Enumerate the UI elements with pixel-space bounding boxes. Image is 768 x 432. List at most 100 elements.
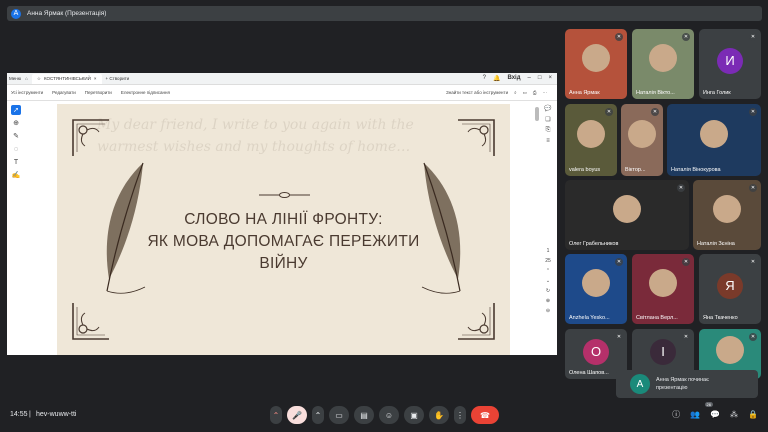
page-navigator: 1 25 ⌃ ⌄ ↻ ⊕ ⊖ <box>541 248 555 314</box>
search-tools-input[interactable]: Знайти текст або інструменти <box>446 90 508 95</box>
search-icon[interactable]: ⌕ <box>514 90 517 95</box>
mic-muted-icon: ✕ <box>605 108 613 116</box>
mic-muted-icon: ✕ <box>749 333 757 341</box>
participant-tile[interactable]: ✕ Наталія Вікто... <box>632 29 694 99</box>
mic-muted-icon: ✕ <box>677 184 685 192</box>
toolbar-convert[interactable]: Перетворити <box>85 90 112 95</box>
chat-icon[interactable]: 💬 <box>710 410 720 419</box>
participant-name: Anzhela Yesko... <box>569 315 610 321</box>
clock: 14:55 <box>10 411 28 418</box>
mic-off-icon[interactable]: 🎤 <box>287 406 307 424</box>
zoom-out-icon[interactable]: ⊖ <box>546 308 550 314</box>
scrollbar-thumb[interactable] <box>535 107 539 121</box>
people-icon[interactable]: 👥 <box>690 410 700 419</box>
maximize-icon[interactable]: □ <box>538 75 542 82</box>
mic-muted-icon: ✕ <box>615 33 623 41</box>
slide-title-line: ЯК МОВА ДОПОМАГАЄ ПЕРЕЖИТИ <box>147 233 420 250</box>
menu-button[interactable]: Меню <box>9 76 21 81</box>
participant-tile[interactable]: И ✕ Инга Голик <box>699 29 761 99</box>
toolbar-edit[interactable]: Редагувати <box>52 90 76 95</box>
mic-muted-icon: ✕ <box>749 33 757 41</box>
left-toolbox: ➚ ⊕ ✎ ◌ T ✍ <box>9 105 23 355</box>
layers-icon[interactable]: ≡ <box>546 138 550 144</box>
participant-name: Яна Ткаченко <box>703 315 738 321</box>
participant-tile[interactable]: ✕ Анна Ярмак <box>565 29 627 99</box>
page-up-icon[interactable]: ⌃ <box>546 268 550 274</box>
pen-icon[interactable]: ✎ <box>11 131 21 141</box>
more-icon[interactable]: ⋯ <box>543 90 548 96</box>
mic-options-icon[interactable]: ⌃ <box>270 406 282 424</box>
mic-muted-icon: ✕ <box>682 258 690 266</box>
print-icon[interactable]: ⎙ <box>533 90 537 95</box>
page-current[interactable]: 1 <box>547 248 550 254</box>
participant-tile[interactable]: ✕ Наталія Зєніна <box>693 180 761 250</box>
participant-name: Олег Грабельников <box>569 241 619 247</box>
participant-tile[interactable]: ✕ Світлана Верл... <box>632 254 694 324</box>
page-total: 25 <box>545 258 551 264</box>
attach-icon[interactable]: ⎘ <box>546 127 551 134</box>
zoom-in-icon[interactable]: ⊕ <box>546 298 550 304</box>
lock-icon[interactable]: 🔒 <box>748 410 758 419</box>
participant-tile[interactable]: ✕ Олег Грабельников <box>565 180 689 250</box>
mic-muted-icon: ✕ <box>615 333 623 341</box>
bookmark-icon[interactable]: ❑ <box>545 116 550 123</box>
sign-in-button[interactable]: Вхід <box>507 75 520 82</box>
camera-icon[interactable]: ▭ <box>329 406 349 424</box>
emoji-icon[interactable]: ☺ <box>379 406 399 424</box>
new-tab-button[interactable]: + Створити <box>106 76 130 81</box>
present-icon[interactable]: ▣ <box>404 406 424 424</box>
refresh-icon[interactable]: ↻ <box>546 288 550 294</box>
separator: | <box>29 411 31 418</box>
comment-icon[interactable]: 💬 <box>544 105 551 112</box>
participant-tile[interactable]: ✕ Віктор... <box>621 104 663 176</box>
captions-icon[interactable]: ▤ <box>354 406 374 424</box>
end-call-icon[interactable]: ☎ <box>471 406 499 424</box>
pdf-toolbar: Усі інструменти Редагувати Перетворити Е… <box>7 85 557 101</box>
participant-tile[interactable]: Я ✕ Яна Ткаченко <box>699 254 761 324</box>
minimize-icon[interactable]: – <box>528 75 531 82</box>
slide-title-line: ВІЙНУ <box>259 255 308 272</box>
participant-count-badge: 26 <box>704 402 713 407</box>
bell-icon[interactable]: 🔔 <box>493 75 500 82</box>
raise-hand-icon[interactable]: ✋ <box>429 406 449 424</box>
lasso-icon[interactable]: ◌ <box>11 144 21 154</box>
help-icon[interactable]: ? <box>483 75 486 82</box>
presentation-notice: А Анна Ярмак починає презентацію <box>616 370 758 398</box>
zoom-icon[interactable]: ⊕ <box>11 118 21 128</box>
participant-name: Світлана Верл... <box>636 315 678 321</box>
home-icon[interactable]: ⌂ <box>25 76 28 81</box>
participant-video <box>628 120 656 149</box>
cursor-icon[interactable]: ➚ <box>11 105 21 115</box>
participant-video <box>577 120 605 149</box>
save-icon[interactable]: ▭ <box>523 90 527 96</box>
info-icon[interactable]: ⓘ <box>672 409 680 420</box>
participant-tile[interactable]: ✕ Anzhela Yesko... <box>565 254 627 324</box>
camera-options-icon[interactable]: ⌃ <box>312 406 324 424</box>
page-down-icon[interactable]: ⌄ <box>546 278 550 284</box>
participant-tile[interactable]: ✕ valera boyus <box>565 104 617 176</box>
sign-icon[interactable]: ✍ <box>11 170 21 180</box>
more-options-icon[interactable]: ⋮ <box>454 406 466 424</box>
activities-icon[interactable]: ⁂ <box>730 410 738 419</box>
close-tab-icon[interactable]: × <box>94 76 97 81</box>
browser-tab[interactable]: ☆ КОСТЯНТИНІВСЬКИЙ × <box>31 73 102 84</box>
presenter-bar: A Анна Ярмак (Презентація) <box>7 6 762 21</box>
toolbar-all-tools[interactable]: Усі інструменти <box>11 90 43 95</box>
presenter-title: Анна Ярмак (Презентація) <box>27 10 107 17</box>
participant-avatar: О <box>583 338 609 365</box>
star-icon: ☆ <box>36 75 41 81</box>
text-icon[interactable]: T <box>11 157 21 167</box>
participant-video <box>582 269 610 298</box>
divider-ornament-icon <box>259 192 310 198</box>
mic-muted-icon: ✕ <box>749 184 757 192</box>
slide-title: СЛОВО НА ЛІНІЇ ФРОНТУ: ЯК МОВА ДОПОМАГАЄ… <box>57 209 510 275</box>
meeting-code: hev-wuww-tti <box>36 411 77 418</box>
corner-ornament-icon <box>458 119 495 156</box>
meeting-controls-bar: 14:55 | hev-wuww-tti ⌃ 🎤 ⌃ ▭ ▤ ☺ ▣ ✋ ⋮ ☎… <box>0 402 768 432</box>
mic-muted-icon: ✕ <box>749 108 757 116</box>
close-window-icon[interactable]: × <box>548 75 552 82</box>
participant-name: Анна Ярмак <box>569 90 600 96</box>
mic-muted-icon: ✕ <box>749 258 757 266</box>
participant-tile[interactable]: ✕ Наталія Вінокурова <box>667 104 761 176</box>
toolbar-esign[interactable]: Електронне підписання <box>121 90 170 95</box>
